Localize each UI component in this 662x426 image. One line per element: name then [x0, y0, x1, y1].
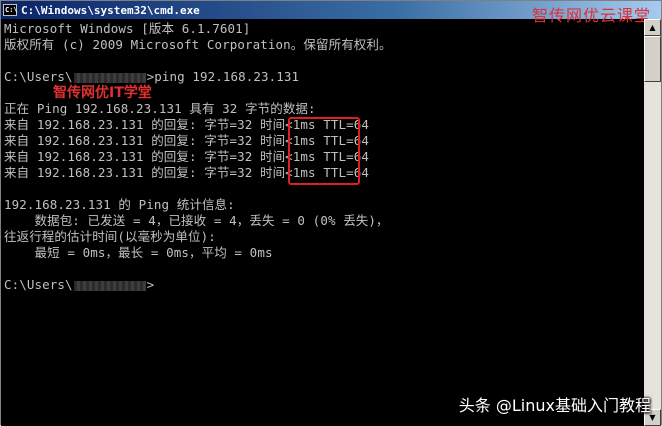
prompt-suffix: >: [146, 277, 155, 292]
prompt-path: C:\Users\: [4, 277, 73, 292]
inline-watermark: 智传网优IT学堂: [53, 85, 152, 101]
version-line: Microsoft Windows [版本 6.1.7601]: [4, 21, 251, 36]
cmd-window: C:\ C:\Windows\system32\cmd.exe Microsof…: [0, 0, 662, 426]
top-right-watermark: 智传网优云课堂: [531, 6, 651, 25]
vertical-scrollbar[interactable]: ▲ ▼: [644, 19, 661, 426]
redacted-username: [73, 72, 146, 83]
stats-packets-line: 数据包: 已发送 = 4，已接收 = 4，丢失 = 0 (0% 丢失)，: [4, 213, 389, 228]
footer-watermark: 头条 @Linux基础入门教程: [458, 396, 651, 415]
stats-rtt-header-line: 往返行程的估计时间(以毫秒为单位):: [4, 229, 216, 244]
ping-command-line: C:\Users\ >ping 192.168.23.131: [4, 69, 299, 85]
window-title: C:\Windows\system32\cmd.exe: [21, 3, 200, 17]
redacted-username: [73, 280, 146, 291]
copyright-line: 版权所有 (c) 2009 Microsoft Corporation。保留所有…: [4, 37, 392, 52]
console-output[interactable]: Microsoft Windows [版本 6.1.7601] 版权所有 (c)…: [1, 19, 644, 426]
ping-command: >ping 192.168.23.131: [146, 69, 300, 84]
scroll-thumb[interactable]: [644, 36, 661, 82]
stats-header-line: 192.168.23.131 的 Ping 统计信息:: [4, 197, 235, 212]
prompt-line: C:\Users\ >: [4, 277, 154, 293]
ping-header-line: 正在 Ping 192.168.23.131 具有 32 字节的数据:: [4, 101, 316, 116]
time-highlight-box: [288, 117, 360, 185]
prompt-path: C:\Users\: [4, 69, 73, 84]
scroll-up-button[interactable]: ▲: [644, 19, 661, 36]
stats-rtt-line: 最短 = 0ms，最长 = 0ms，平均 = 0ms: [4, 245, 273, 260]
cmd-app-icon[interactable]: C:\: [3, 4, 18, 16]
